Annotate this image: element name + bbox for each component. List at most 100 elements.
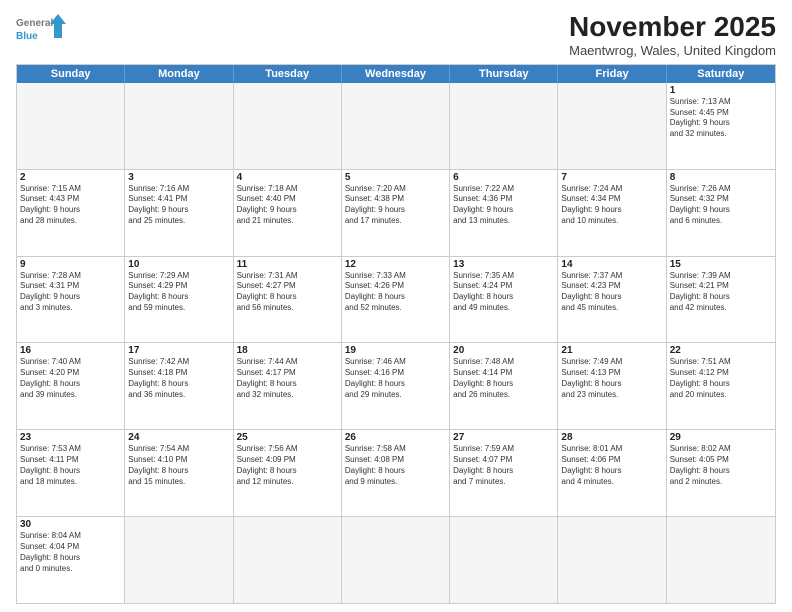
cal-cell-5-3 xyxy=(342,517,450,603)
cal-cell-5-1 xyxy=(125,517,233,603)
cal-cell-0-6: 1Sunrise: 7:13 AM Sunset: 4:45 PM Daylig… xyxy=(667,83,775,169)
cal-cell-3-4: 20Sunrise: 7:48 AM Sunset: 4:14 PM Dayli… xyxy=(450,343,558,429)
calendar-header: Sunday Monday Tuesday Wednesday Thursday… xyxy=(17,65,775,83)
header-monday: Monday xyxy=(125,65,233,83)
cal-cell-1-0: 2Sunrise: 7:15 AM Sunset: 4:43 PM Daylig… xyxy=(17,170,125,256)
calendar-body: 1Sunrise: 7:13 AM Sunset: 4:45 PM Daylig… xyxy=(17,83,775,603)
cell-info: Sunrise: 7:59 AM Sunset: 4:07 PM Dayligh… xyxy=(453,444,554,487)
day-number: 26 xyxy=(345,432,446,443)
day-number: 5 xyxy=(345,172,446,183)
cal-cell-3-5: 21Sunrise: 7:49 AM Sunset: 4:13 PM Dayli… xyxy=(558,343,666,429)
day-number: 6 xyxy=(453,172,554,183)
day-number: 4 xyxy=(237,172,338,183)
day-number: 16 xyxy=(20,345,121,356)
cell-info: Sunrise: 7:13 AM Sunset: 4:45 PM Dayligh… xyxy=(670,97,772,140)
cal-cell-3-2: 18Sunrise: 7:44 AM Sunset: 4:17 PM Dayli… xyxy=(234,343,342,429)
cal-cell-3-6: 22Sunrise: 7:51 AM Sunset: 4:12 PM Dayli… xyxy=(667,343,775,429)
header-thursday: Thursday xyxy=(450,65,558,83)
cal-cell-4-5: 28Sunrise: 8:01 AM Sunset: 4:06 PM Dayli… xyxy=(558,430,666,516)
cal-cell-4-4: 27Sunrise: 7:59 AM Sunset: 4:07 PM Dayli… xyxy=(450,430,558,516)
cal-cell-1-6: 8Sunrise: 7:26 AM Sunset: 4:32 PM Daylig… xyxy=(667,170,775,256)
day-number: 14 xyxy=(561,259,662,270)
cal-cell-4-1: 24Sunrise: 7:54 AM Sunset: 4:10 PM Dayli… xyxy=(125,430,233,516)
cal-row-3: 16Sunrise: 7:40 AM Sunset: 4:20 PM Dayli… xyxy=(17,343,775,430)
cal-cell-2-0: 9Sunrise: 7:28 AM Sunset: 4:31 PM Daylig… xyxy=(17,257,125,343)
cell-info: Sunrise: 7:40 AM Sunset: 4:20 PM Dayligh… xyxy=(20,357,121,400)
day-number: 29 xyxy=(670,432,772,443)
cal-cell-0-0 xyxy=(17,83,125,169)
cal-cell-3-3: 19Sunrise: 7:46 AM Sunset: 4:16 PM Dayli… xyxy=(342,343,450,429)
cal-cell-4-0: 23Sunrise: 7:53 AM Sunset: 4:11 PM Dayli… xyxy=(17,430,125,516)
cal-cell-1-2: 4Sunrise: 7:18 AM Sunset: 4:40 PM Daylig… xyxy=(234,170,342,256)
cal-cell-2-3: 12Sunrise: 7:33 AM Sunset: 4:26 PM Dayli… xyxy=(342,257,450,343)
day-number: 18 xyxy=(237,345,338,356)
day-number: 24 xyxy=(128,432,229,443)
cal-cell-2-6: 15Sunrise: 7:39 AM Sunset: 4:21 PM Dayli… xyxy=(667,257,775,343)
logo-svg: General Blue xyxy=(16,12,66,50)
cell-info: Sunrise: 7:49 AM Sunset: 4:13 PM Dayligh… xyxy=(561,357,662,400)
cell-info: Sunrise: 7:33 AM Sunset: 4:26 PM Dayligh… xyxy=(345,271,446,314)
day-number: 12 xyxy=(345,259,446,270)
cal-cell-5-6 xyxy=(667,517,775,603)
cal-cell-2-4: 13Sunrise: 7:35 AM Sunset: 4:24 PM Dayli… xyxy=(450,257,558,343)
cell-info: Sunrise: 7:15 AM Sunset: 4:43 PM Dayligh… xyxy=(20,184,121,227)
cell-info: Sunrise: 7:39 AM Sunset: 4:21 PM Dayligh… xyxy=(670,271,772,314)
cell-info: Sunrise: 8:01 AM Sunset: 4:06 PM Dayligh… xyxy=(561,444,662,487)
cal-cell-3-1: 17Sunrise: 7:42 AM Sunset: 4:18 PM Dayli… xyxy=(125,343,233,429)
cell-info: Sunrise: 7:44 AM Sunset: 4:17 PM Dayligh… xyxy=(237,357,338,400)
cal-row-1: 2Sunrise: 7:15 AM Sunset: 4:43 PM Daylig… xyxy=(17,170,775,257)
cal-cell-1-1: 3Sunrise: 7:16 AM Sunset: 4:41 PM Daylig… xyxy=(125,170,233,256)
cell-info: Sunrise: 7:31 AM Sunset: 4:27 PM Dayligh… xyxy=(237,271,338,314)
day-number: 3 xyxy=(128,172,229,183)
cal-cell-5-0: 30Sunrise: 8:04 AM Sunset: 4:04 PM Dayli… xyxy=(17,517,125,603)
day-number: 20 xyxy=(453,345,554,356)
main-title: November 2025 xyxy=(569,12,776,43)
cell-info: Sunrise: 7:37 AM Sunset: 4:23 PM Dayligh… xyxy=(561,271,662,314)
cell-info: Sunrise: 7:20 AM Sunset: 4:38 PM Dayligh… xyxy=(345,184,446,227)
title-block: November 2025 Maentwrog, Wales, United K… xyxy=(569,12,776,58)
day-number: 23 xyxy=(20,432,121,443)
page: General Blue November 2025 Maentwrog, Wa… xyxy=(0,0,792,612)
cell-info: Sunrise: 7:35 AM Sunset: 4:24 PM Dayligh… xyxy=(453,271,554,314)
day-number: 27 xyxy=(453,432,554,443)
logo: General Blue xyxy=(16,12,66,50)
cal-cell-2-1: 10Sunrise: 7:29 AM Sunset: 4:29 PM Dayli… xyxy=(125,257,233,343)
cal-cell-1-5: 7Sunrise: 7:24 AM Sunset: 4:34 PM Daylig… xyxy=(558,170,666,256)
day-number: 15 xyxy=(670,259,772,270)
cal-cell-2-2: 11Sunrise: 7:31 AM Sunset: 4:27 PM Dayli… xyxy=(234,257,342,343)
cal-row-2: 9Sunrise: 7:28 AM Sunset: 4:31 PM Daylig… xyxy=(17,257,775,344)
cal-cell-4-2: 25Sunrise: 7:56 AM Sunset: 4:09 PM Dayli… xyxy=(234,430,342,516)
cell-info: Sunrise: 7:22 AM Sunset: 4:36 PM Dayligh… xyxy=(453,184,554,227)
svg-text:Blue: Blue xyxy=(16,31,38,42)
day-number: 19 xyxy=(345,345,446,356)
cell-info: Sunrise: 7:56 AM Sunset: 4:09 PM Dayligh… xyxy=(237,444,338,487)
cal-cell-0-5 xyxy=(558,83,666,169)
day-number: 22 xyxy=(670,345,772,356)
cell-info: Sunrise: 7:54 AM Sunset: 4:10 PM Dayligh… xyxy=(128,444,229,487)
cell-info: Sunrise: 7:42 AM Sunset: 4:18 PM Dayligh… xyxy=(128,357,229,400)
cal-cell-5-2 xyxy=(234,517,342,603)
header-sunday: Sunday xyxy=(17,65,125,83)
day-number: 30 xyxy=(20,519,121,530)
header-wednesday: Wednesday xyxy=(342,65,450,83)
day-number: 1 xyxy=(670,85,772,96)
cal-row-0: 1Sunrise: 7:13 AM Sunset: 4:45 PM Daylig… xyxy=(17,83,775,170)
header-friday: Friday xyxy=(558,65,666,83)
cell-info: Sunrise: 7:24 AM Sunset: 4:34 PM Dayligh… xyxy=(561,184,662,227)
day-number: 21 xyxy=(561,345,662,356)
day-number: 9 xyxy=(20,259,121,270)
cell-info: Sunrise: 7:26 AM Sunset: 4:32 PM Dayligh… xyxy=(670,184,772,227)
cal-cell-1-4: 6Sunrise: 7:22 AM Sunset: 4:36 PM Daylig… xyxy=(450,170,558,256)
day-number: 10 xyxy=(128,259,229,270)
cal-cell-4-3: 26Sunrise: 7:58 AM Sunset: 4:08 PM Dayli… xyxy=(342,430,450,516)
cal-cell-0-4 xyxy=(450,83,558,169)
subtitle: Maentwrog, Wales, United Kingdom xyxy=(569,43,776,58)
header-tuesday: Tuesday xyxy=(234,65,342,83)
cell-info: Sunrise: 8:04 AM Sunset: 4:04 PM Dayligh… xyxy=(20,531,121,574)
svg-text:General: General xyxy=(16,18,53,29)
cal-cell-4-6: 29Sunrise: 8:02 AM Sunset: 4:05 PM Dayli… xyxy=(667,430,775,516)
cell-info: Sunrise: 8:02 AM Sunset: 4:05 PM Dayligh… xyxy=(670,444,772,487)
day-number: 17 xyxy=(128,345,229,356)
day-number: 13 xyxy=(453,259,554,270)
day-number: 11 xyxy=(237,259,338,270)
